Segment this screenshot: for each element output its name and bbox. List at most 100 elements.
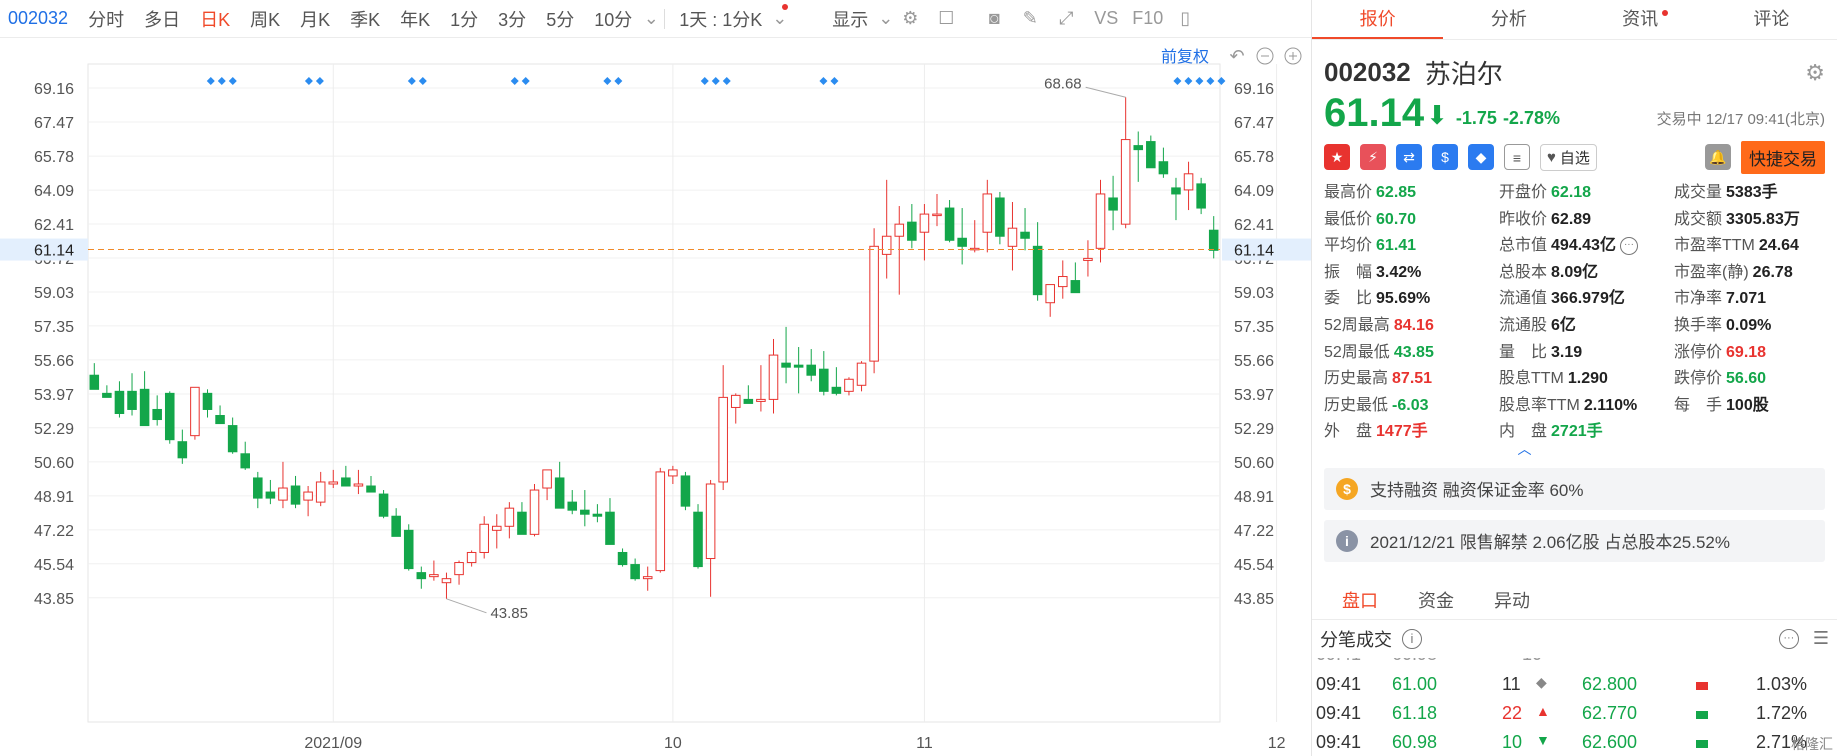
collapse-caret-icon[interactable]: ︿ (1212, 442, 1837, 456)
candle-body (668, 469, 678, 477)
tag-icon[interactable]: ◆ (1468, 144, 1494, 170)
info-icon[interactable]: i (1402, 628, 1422, 649)
more-icon[interactable]: ··· (1619, 236, 1638, 255)
tab-5min[interactable]: 5分 (536, 6, 584, 32)
candle-body (152, 408, 162, 421)
low-leader-line (446, 598, 487, 614)
quote-field: 最低价 60.70 (1324, 208, 1499, 232)
chevron-down-icon[interactable]: ⌄ (878, 8, 893, 29)
event-marker-dot (711, 77, 720, 85)
tab-niank[interactable]: 年K (390, 6, 440, 32)
candle-body (517, 511, 527, 535)
ticks-header: 分笔成交 i ··· ☰ (1312, 620, 1837, 658)
field-value: 95.69% (1376, 290, 1431, 308)
candle-body (605, 511, 615, 545)
candle-body (718, 396, 728, 483)
display-menu[interactable]: 显示 (822, 6, 878, 32)
tab-analysis[interactable]: 分析 (1443, 0, 1574, 39)
candle-body (403, 529, 414, 570)
gear-icon[interactable]: ⚙ (892, 8, 928, 29)
y-tick-label: 48.91 (34, 489, 74, 506)
rocket-icon[interactable]: ⚡ (1360, 144, 1386, 170)
chevron-down-icon[interactable]: ⌄ (772, 8, 787, 29)
china-flag-icon[interactable]: ★ (1324, 144, 1350, 170)
candle-body (303, 491, 313, 501)
gear-icon[interactable]: ⚙ (1805, 60, 1825, 86)
tab-duori[interactable]: 多日 (134, 6, 190, 32)
candle-body (1058, 276, 1068, 288)
watchlist-button[interactable]: ♥ 自选 (1540, 143, 1597, 171)
tab-zhouk[interactable]: 周K (240, 6, 290, 32)
more-icon[interactable]: ··· (1778, 628, 1799, 649)
y-tick-label: 64.09 (34, 183, 74, 200)
quick-trade-button[interactable]: 快捷交易 (1741, 140, 1825, 174)
candle-body (781, 362, 791, 368)
fullscreen-icon[interactable]: ⤢ (1048, 8, 1084, 29)
tab-yuek[interactable]: 月K (290, 6, 340, 32)
candle-body (114, 390, 125, 414)
bid-price: 62.600 (1582, 731, 1638, 750)
candlestick-chart[interactable]: 前复权 ↶ 69.16 69.16 67.47 67.47 65.78 65.78 64.0… (0, 38, 1311, 756)
candle-body (1032, 245, 1043, 296)
adjust-label[interactable]: 前复权 (1161, 48, 1209, 66)
undo-icon[interactable]: ↶ (1229, 46, 1244, 66)
y-tick-label: 45.54 (34, 557, 74, 574)
f10-button[interactable]: F10 (1128, 8, 1167, 29)
field-label: 成交额 (1674, 210, 1723, 228)
document-icon[interactable]: ≡ (1504, 144, 1530, 170)
tab-changes[interactable]: 异动 (1474, 584, 1550, 619)
candle-body (1146, 141, 1156, 169)
list-icon[interactable]: ☰ (1813, 628, 1829, 649)
last-price: 61.14 (1324, 91, 1425, 135)
tab-comments[interactable]: 评论 (1706, 0, 1837, 39)
tab-label: 评论 (1753, 9, 1790, 29)
quote-field: 换手率 0.09% (1674, 314, 1837, 338)
interval-select[interactable]: 1天 : 1分K (669, 6, 772, 32)
x-tick-label: 10 (664, 735, 682, 752)
unlock-banner-text: 2021/12/21 限售解禁 2.06亿股 占总股本25.52% (1370, 533, 1730, 553)
candle-body (190, 386, 200, 437)
vs-button[interactable]: VS (1084, 8, 1128, 29)
pencil-icon[interactable]: ✎ (1012, 8, 1048, 29)
tab-fenshi[interactable]: 分时 (78, 6, 134, 32)
tab-3min[interactable]: 3分 (488, 6, 536, 32)
candle-body (655, 471, 666, 572)
event-marker-dot (1206, 77, 1215, 85)
checkbox-icon[interactable]: ☐ (928, 8, 964, 29)
margin-banner[interactable]: $ 支持融资 融资保证金率 60% (1324, 467, 1825, 510)
unlock-banner[interactable]: i 2021/12/21 限售解禁 2.06亿股 占总股本25.52% (1324, 519, 1825, 562)
table-row: 09:41 61.18 22 ▲ 62.770 1.72% (1312, 703, 1837, 731)
candle-body (944, 207, 955, 241)
tab-news[interactable]: 资讯 (1575, 0, 1706, 39)
y-tick-label: 62.41 (1234, 217, 1274, 234)
field-label: 52周最高 (1324, 316, 1390, 334)
candle-body (315, 481, 326, 503)
margin-banner-text: 支持融资 融资保证金率 60% (1370, 481, 1584, 501)
tab-10min[interactable]: 10分 (584, 6, 642, 32)
tab-quote[interactable]: 报价 (1312, 0, 1444, 39)
tab-order-book[interactable]: 盘口 (1322, 584, 1398, 619)
event-marker-dot (217, 77, 226, 85)
ticks-list: 09:41 60.98 10 09:4161.0011◆62.8001.03%0… (1312, 658, 1837, 750)
field-label: 52周最低 (1324, 343, 1390, 361)
candle-body (995, 197, 1005, 237)
chevron-down-icon[interactable]: ⌄ (642, 8, 660, 29)
tab-jik[interactable]: 季K (340, 6, 390, 32)
watchlist-label: 自选 (1559, 149, 1590, 167)
field-value: 2721手 (1551, 423, 1603, 441)
quote-field: 跌停价 56.60 (1674, 367, 1837, 391)
tab-rik[interactable]: 日K (190, 6, 240, 32)
badge-row: ★ ⚡ ⇄ $ ◆ ≡ ♥ 自选 🔔 快捷交易 (1312, 137, 1837, 177)
bell-icon[interactable]: 🔔 (1705, 144, 1731, 170)
quote-field: 历史最低 -6.03 (1324, 394, 1499, 418)
tab-funds[interactable]: 资金 (1398, 584, 1474, 619)
dollar-icon[interactable]: $ (1432, 144, 1458, 170)
sidebar-toggle-icon[interactable]: ▯ (1167, 8, 1203, 29)
field-value: 62.85 (1376, 184, 1417, 201)
event-marker-dot (614, 77, 623, 85)
stock-code-link[interactable]: 002032 (0, 8, 78, 29)
shuffle-icon[interactable]: ⇄ (1396, 144, 1422, 170)
camera-icon[interactable]: ◙ (976, 8, 1012, 29)
candle-body (957, 237, 967, 247)
tab-1min[interactable]: 1分 (440, 6, 488, 32)
